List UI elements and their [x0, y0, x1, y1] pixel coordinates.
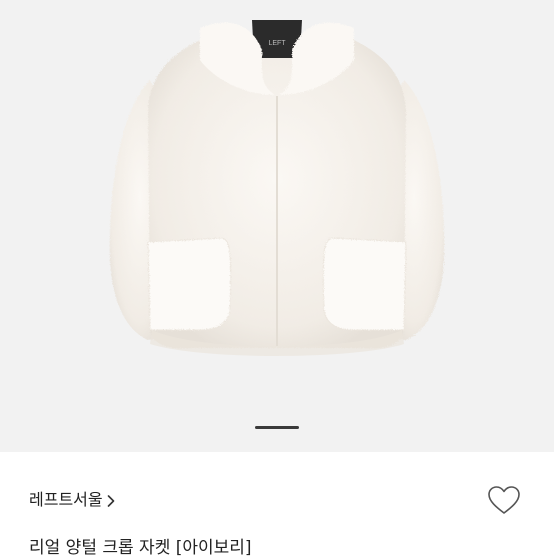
- chevron-right-icon: [107, 492, 115, 507]
- brand-name: 레프트서울: [29, 490, 103, 509]
- carousel-active-bar: [255, 425, 299, 429]
- heart-outline-icon: [486, 484, 522, 520]
- brand-link[interactable]: 레프트서울: [29, 486, 115, 510]
- right-pocket: [322, 237, 407, 331]
- carousel-indicator: [0, 424, 554, 430]
- collar-tag: LEFT: [268, 40, 286, 47]
- product-image[interactable]: LEFT: [0, 0, 554, 452]
- left-pocket: [147, 237, 232, 331]
- jacket-illustration: LEFT: [109, 20, 445, 356]
- product-title: 리얼 양털 크롭 자켓 [아이보리]: [29, 538, 252, 558]
- wishlist-button[interactable]: [484, 482, 524, 522]
- product-info: 레프트서울 리얼 양털 크롭 자켓 [아이보리]: [0, 452, 554, 558]
